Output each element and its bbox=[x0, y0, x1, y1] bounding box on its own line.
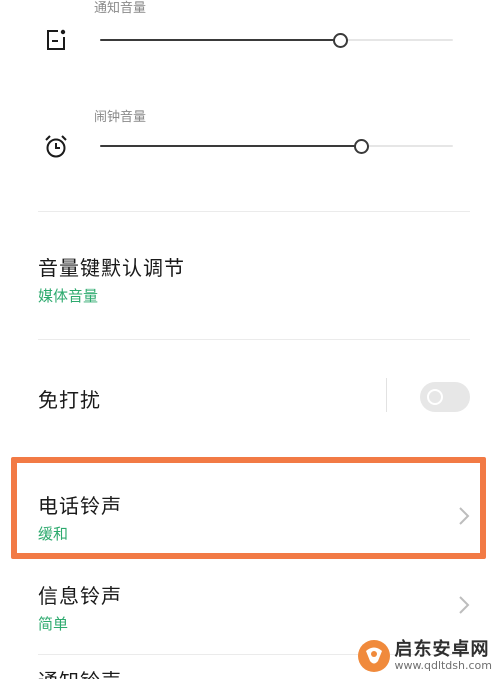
separator bbox=[386, 378, 387, 412]
notification-volume-slider[interactable] bbox=[100, 30, 453, 50]
alarm-volume-slider[interactable] bbox=[100, 136, 453, 156]
alarm-clock-icon bbox=[45, 135, 67, 158]
chevron-right-icon bbox=[459, 596, 470, 614]
message-ringtone-value: 简单 bbox=[38, 615, 69, 633]
do-not-disturb-toggle[interactable] bbox=[420, 382, 470, 412]
do-not-disturb-title: 免打扰 bbox=[38, 388, 101, 412]
highlight-box bbox=[11, 457, 486, 559]
watermark-url: www.qdltdsh.com bbox=[394, 658, 493, 672]
slider-thumb[interactable] bbox=[333, 33, 349, 48]
watermark-logo-icon bbox=[357, 640, 390, 672]
slider-thumb[interactable] bbox=[354, 139, 370, 154]
watermark: 启东安卓网 www.qdltdsh.com bbox=[357, 639, 493, 673]
slider-fill bbox=[100, 145, 362, 147]
volume-key-default-row[interactable]: 音量键默认调节 媒体音量 bbox=[0, 212, 500, 339]
notification-icon bbox=[47, 29, 66, 50]
slider-fill bbox=[100, 39, 341, 41]
alarm-volume-label: 闹钟音量 bbox=[94, 110, 147, 125]
volume-key-default-value: 媒体音量 bbox=[38, 287, 99, 305]
notification-ringtone-title: 通知铃声 bbox=[38, 665, 122, 679]
toggle-knob bbox=[427, 389, 443, 405]
do-not-disturb-row[interactable]: 免打扰 bbox=[0, 340, 500, 452]
message-ringtone-title: 信息铃声 bbox=[38, 584, 122, 608]
volume-key-default-title: 音量键默认调节 bbox=[38, 256, 185, 280]
notification-volume-label: 通知音量 bbox=[94, 1, 147, 16]
watermark-name: 启东安卓网 bbox=[394, 639, 490, 661]
